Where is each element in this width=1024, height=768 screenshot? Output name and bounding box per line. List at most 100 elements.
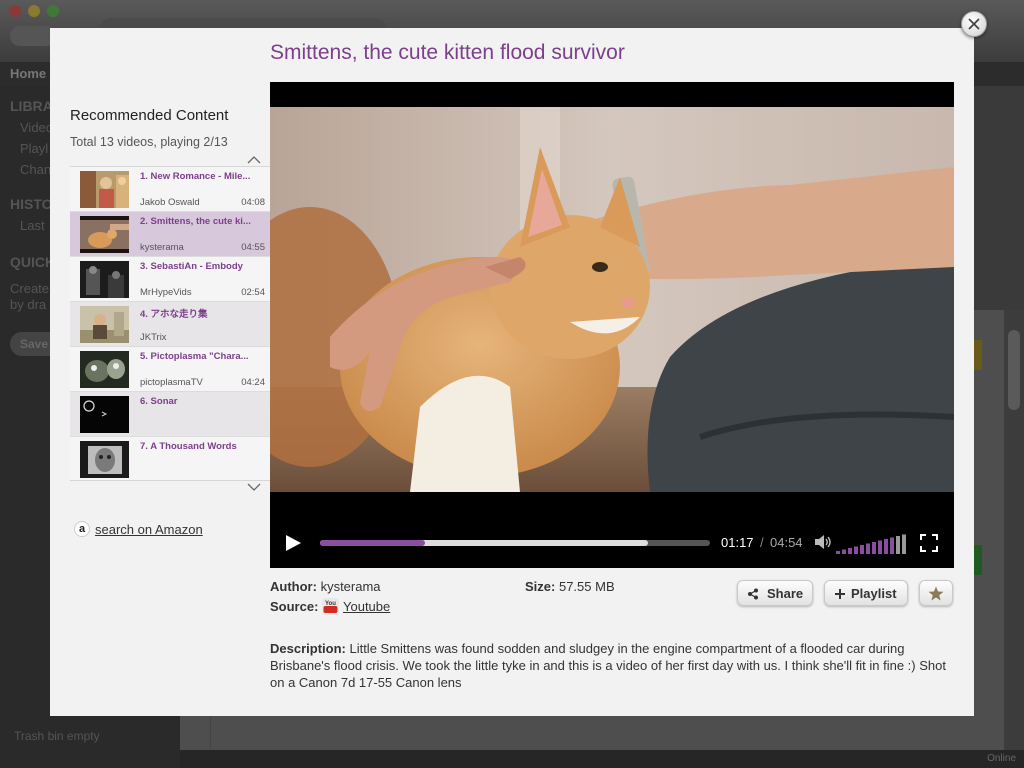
volume-bar bbox=[890, 537, 894, 554]
seek-bar[interactable] bbox=[320, 540, 710, 546]
list-item-title: 4. アホな走り集 bbox=[140, 309, 208, 320]
list-item-duration: 04:24 bbox=[241, 377, 265, 388]
volume-bar bbox=[878, 540, 882, 554]
sidebar-item-videos[interactable]: Video bbox=[20, 120, 53, 135]
list-item-title: 3. SebastiAn - Embody bbox=[140, 261, 243, 272]
volume-bar bbox=[848, 548, 852, 554]
list-item[interactable]: 3. SebastiAn - Embody MrHypeVids 02:54 bbox=[70, 257, 270, 302]
save-label: Save bbox=[20, 337, 49, 351]
accent-yellow-marker bbox=[974, 340, 982, 370]
description-label: Description: bbox=[270, 641, 346, 656]
current-time: 01:17 bbox=[721, 535, 754, 550]
chevron-up-icon[interactable] bbox=[247, 155, 261, 164]
window-close-button[interactable] bbox=[9, 5, 21, 17]
share-icon bbox=[748, 588, 758, 600]
time-separator: / bbox=[760, 535, 764, 550]
video-title: Smittens, the cute kitten flood survivor bbox=[270, 41, 625, 64]
list-item-author: Jakob Oswald bbox=[140, 197, 200, 208]
video-thumbnail bbox=[80, 441, 129, 478]
list-item-duration: 02:54 bbox=[241, 287, 265, 298]
list-item-title: 1. New Romance - Mile... bbox=[140, 171, 251, 182]
window-zoom-button[interactable] bbox=[47, 5, 59, 17]
video-thumbnail bbox=[80, 216, 129, 253]
close-icon bbox=[968, 18, 980, 30]
source-info: Source: bbox=[270, 599, 318, 614]
share-button[interactable]: Share bbox=[737, 580, 813, 606]
list-item[interactable]: 4. アホな走り集 JKTrix bbox=[70, 302, 270, 347]
nav-home[interactable]: Home bbox=[10, 66, 46, 81]
list-item-author: kysterama bbox=[140, 242, 184, 253]
volume-bar bbox=[866, 543, 870, 554]
video-thumbnail bbox=[80, 261, 129, 298]
window-minimize-button[interactable] bbox=[28, 5, 40, 17]
author-value: kysterama bbox=[320, 579, 381, 594]
playlist-label: Playlist bbox=[851, 586, 897, 601]
author-info: Author: kysterama bbox=[270, 579, 381, 594]
list-item[interactable]: 1. New Romance - Mile... Jakob Oswald 04… bbox=[70, 167, 270, 212]
list-item[interactable]: 2. Smittens, the cute ki... kysterama 04… bbox=[70, 212, 270, 257]
video-detail-modal: Smittens, the cute kitten flood survivor… bbox=[50, 28, 974, 716]
played-progress bbox=[320, 540, 426, 546]
recommended-list: 1. New Romance - Mile... Jakob Oswald 04… bbox=[70, 166, 270, 481]
list-item-duration: 04:55 bbox=[241, 242, 265, 253]
youtube-icon: You bbox=[322, 598, 339, 615]
sidebar-item-last[interactable]: Last bbox=[20, 218, 45, 233]
video-thumbnail bbox=[80, 351, 129, 388]
plus-icon bbox=[835, 589, 845, 599]
accent-green-marker bbox=[974, 545, 982, 575]
video-frame[interactable] bbox=[270, 107, 954, 492]
scrollbar-thumb[interactable] bbox=[1008, 330, 1020, 410]
list-item-author: JKTrix bbox=[140, 332, 167, 343]
volume-bar bbox=[836, 551, 840, 554]
volume-bar bbox=[902, 534, 906, 554]
size-info: Size: 57.55 MB bbox=[525, 579, 615, 594]
author-label: Author: bbox=[270, 579, 317, 594]
list-item-title: 7. A Thousand Words bbox=[140, 441, 237, 452]
amazon-icon: a bbox=[74, 521, 90, 537]
volume-bar bbox=[860, 545, 864, 554]
volume-bar bbox=[842, 549, 846, 554]
list-item[interactable]: 6. Sonar bbox=[70, 392, 270, 437]
source-link[interactable]: Youtube bbox=[343, 599, 390, 614]
list-item-duration: 04:08 bbox=[241, 197, 265, 208]
chevron-down-icon[interactable] bbox=[247, 483, 261, 492]
play-icon[interactable] bbox=[284, 534, 302, 552]
sidebar-quick-text: by dra bbox=[10, 297, 47, 312]
sidebar-quick-text: Create bbox=[10, 281, 50, 296]
svg-text:You: You bbox=[325, 601, 336, 607]
description-text: Little Smittens was found sodden and slu… bbox=[270, 641, 946, 690]
amazon-search-link[interactable]: search on Amazon bbox=[95, 522, 203, 537]
status-bar: Online bbox=[180, 750, 1024, 768]
volume-bar bbox=[854, 546, 858, 554]
online-status: Online bbox=[987, 753, 1016, 764]
fullscreen-icon[interactable] bbox=[920, 534, 938, 552]
sidebar-section-library: LIBRA bbox=[10, 98, 53, 114]
description: Description: Little Smittens was found s… bbox=[270, 640, 950, 691]
size-label: Size: bbox=[525, 579, 556, 594]
video-player[interactable]: 01:17 / 04:54 bbox=[270, 82, 954, 568]
list-item[interactable]: 7. A Thousand Words bbox=[70, 437, 270, 480]
favorite-button[interactable] bbox=[919, 580, 953, 606]
volume-bar bbox=[896, 536, 900, 554]
sidebar-section-history: HISTO bbox=[10, 196, 53, 212]
total-time: 04:54 bbox=[770, 535, 803, 550]
modal-close-button[interactable] bbox=[961, 11, 987, 37]
video-thumbnail bbox=[80, 396, 129, 433]
sidebar-item-channels[interactable]: Chan bbox=[20, 162, 51, 177]
add-to-playlist-button[interactable]: Playlist bbox=[824, 580, 908, 606]
volume-bar bbox=[884, 539, 888, 554]
volume-bar bbox=[872, 542, 876, 554]
recommended-summary: Total 13 videos, playing 2/13 bbox=[70, 135, 228, 149]
video-thumbnail bbox=[80, 306, 129, 343]
size-value: 57.55 MB bbox=[558, 579, 615, 594]
list-item-title: 2. Smittens, the cute ki... bbox=[140, 216, 251, 227]
list-item[interactable]: 5. Pictoplasma "Chara... pictoplasmaTV 0… bbox=[70, 347, 270, 392]
sidebar-item-playlists[interactable]: Playl bbox=[20, 141, 48, 156]
app-scrollbar[interactable] bbox=[1004, 310, 1024, 750]
share-label: Share bbox=[767, 586, 804, 601]
star-icon bbox=[928, 586, 944, 601]
volume-slider[interactable] bbox=[836, 532, 908, 554]
list-item-title: 5. Pictoplasma "Chara... bbox=[140, 351, 249, 362]
source-label: Source: bbox=[270, 599, 319, 614]
speaker-icon[interactable] bbox=[814, 534, 832, 550]
